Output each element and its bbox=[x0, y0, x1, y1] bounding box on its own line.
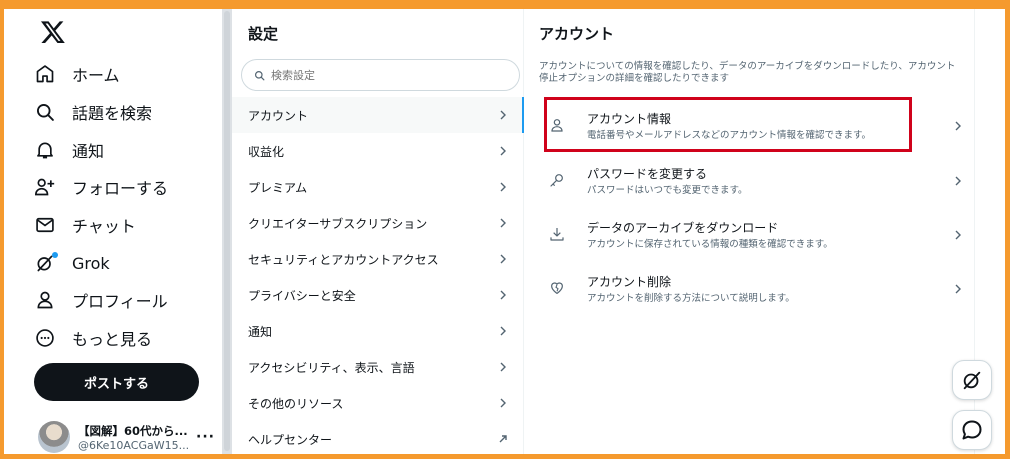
settings-item-security[interactable]: セキュリティとアカウントアクセス bbox=[232, 241, 524, 277]
settings-item-label: 通知 bbox=[248, 324, 273, 339]
nav-item-label: もっと見る bbox=[72, 330, 153, 349]
key-icon bbox=[550, 174, 563, 187]
more-icon bbox=[34, 327, 56, 349]
account-item-info[interactable]: アカウント情報 電話番号やメールアドレスなどのアカウント情報を確認できます。 bbox=[525, 99, 975, 153]
grok-icon bbox=[34, 252, 58, 274]
nav-item-label: Grok bbox=[72, 253, 110, 273]
chevron-right-icon bbox=[500, 182, 506, 192]
grok-floating-button[interactable] bbox=[952, 360, 992, 400]
settings-item-label: クリエイターサブスクリプション bbox=[248, 216, 428, 231]
settings-item-label: 収益化 bbox=[248, 144, 285, 159]
nav-item-home[interactable]: ホーム bbox=[34, 56, 120, 92]
notification-dot bbox=[52, 252, 58, 258]
nav-item-more[interactable]: もっと見る bbox=[34, 320, 152, 356]
nav-item-chat[interactable]: チャット bbox=[34, 207, 136, 243]
settings-item-accessibility[interactable]: アクセシビリティ、表示、言語 bbox=[232, 349, 524, 385]
account-item-subtitle: パスワードはいつでも変更できます。 bbox=[587, 185, 748, 196]
account-handle: @6Ke10ACGaW15... bbox=[78, 438, 188, 452]
nav-item-label: プロフィール bbox=[72, 292, 168, 311]
chevron-right-icon bbox=[955, 230, 961, 240]
chevron-right-icon bbox=[500, 110, 506, 120]
settings-item-creator-subscriptions[interactable]: クリエイターサブスクリプション bbox=[232, 205, 524, 241]
nav-item-explore[interactable]: 話題を検索 bbox=[34, 94, 152, 130]
nav-item-label: チャット bbox=[72, 217, 136, 236]
settings-item-resources[interactable]: その他のリソース bbox=[232, 385, 524, 421]
account-item-title: アカウント削除 bbox=[587, 275, 672, 289]
avatar bbox=[38, 421, 70, 453]
account-name: 【図解】60代から... bbox=[78, 423, 188, 438]
settings-item-label: セキュリティとアカウントアクセス bbox=[248, 252, 439, 267]
settings-item-label: ヘルプセンター bbox=[248, 432, 333, 447]
search-icon bbox=[255, 70, 265, 80]
chevron-right-icon bbox=[955, 284, 961, 294]
chat-bubble-icon bbox=[962, 420, 982, 440]
nav-item-label: フォローする bbox=[72, 179, 169, 198]
nav-item-label: ホーム bbox=[72, 66, 120, 85]
settings-item-label: プレミアム bbox=[248, 180, 308, 195]
settings-title: 設定 bbox=[248, 25, 279, 43]
chevron-right-icon bbox=[500, 362, 506, 372]
nav-item-grok[interactable]: Grok bbox=[34, 245, 110, 281]
x-logo-icon[interactable] bbox=[40, 19, 66, 45]
account-column: アカウント アカウントについての情報を確認したり、データのアーカイブをダウンロー… bbox=[525, 9, 975, 454]
account-item-subtitle: 電話番号やメールアドレスなどのアカウント情報を確認できます。 bbox=[587, 130, 872, 141]
settings-item-help-center[interactable]: ヘルプセンター bbox=[232, 421, 524, 454]
settings-item-label: プライバシーと安全 bbox=[248, 288, 356, 303]
settings-item-premium[interactable]: プレミアム bbox=[232, 169, 524, 205]
settings-item-label: アカウント bbox=[248, 108, 309, 123]
settings-column: 設定 アカウント 収益化 プレミアム クリエイターサブスクリプション セキュリテ… bbox=[232, 9, 524, 454]
account-item-password[interactable]: パスワードを変更する パスワードはいつでも変更できます。 bbox=[525, 154, 975, 208]
search-icon bbox=[34, 101, 56, 123]
chevron-right-icon bbox=[500, 218, 506, 228]
broken-heart-icon bbox=[551, 282, 563, 294]
settings-item-monetization[interactable]: 収益化 bbox=[232, 133, 524, 169]
download-icon bbox=[550, 228, 564, 241]
nav-item-label: 話題を検索 bbox=[72, 104, 153, 123]
account-item-title: パスワードを変更する bbox=[587, 167, 708, 181]
more-options-icon[interactable]: ··· bbox=[196, 429, 215, 445]
bell-icon bbox=[34, 139, 56, 161]
chat-floating-button[interactable] bbox=[952, 410, 992, 450]
search-input[interactable] bbox=[271, 68, 501, 82]
settings-item-notifications[interactable]: 通知 bbox=[232, 313, 524, 349]
grok-icon bbox=[963, 371, 981, 390]
nav-item-label: 通知 bbox=[72, 142, 105, 161]
settings-item-privacy[interactable]: プライバシーと安全 bbox=[232, 277, 524, 313]
settings-item-account[interactable]: アカウント bbox=[232, 97, 524, 133]
scrollbar-thumb[interactable] bbox=[224, 11, 230, 451]
chevron-right-icon bbox=[500, 326, 506, 336]
post-button[interactable]: ポストする bbox=[34, 363, 199, 401]
scrollbar[interactable] bbox=[222, 9, 232, 454]
settings-search[interactable] bbox=[241, 59, 520, 91]
settings-item-label: その他のリソース bbox=[248, 396, 344, 411]
chevron-right-icon bbox=[955, 176, 961, 186]
chevron-right-icon bbox=[500, 398, 506, 408]
profile-icon bbox=[34, 289, 56, 311]
chevron-right-icon bbox=[955, 121, 961, 131]
account-item-download-archive[interactable]: データのアーカイブをダウンロード アカウントに保存されている情報の種類を確認でき… bbox=[525, 208, 975, 262]
app-window: ホーム 話題を検索 通知 フォローする チャット Grok プロフィール もっと… bbox=[4, 9, 1005, 454]
account-switcher[interactable]: 【図解】60代から... @6Ke10ACGaW15... ··· bbox=[38, 417, 218, 454]
account-item-title: データのアーカイブをダウンロード bbox=[587, 221, 779, 235]
chevron-right-icon bbox=[500, 254, 506, 264]
account-title: アカウント bbox=[539, 25, 615, 43]
chevron-right-icon bbox=[500, 290, 506, 300]
account-item-deactivate[interactable]: アカウント削除 アカウントを削除する方法について説明します。 bbox=[525, 262, 975, 316]
left-navigation: ホーム 話題を検索 通知 フォローする チャット Grok プロフィール もっと… bbox=[4, 9, 222, 454]
account-item-subtitle: アカウントを削除する方法について説明します。 bbox=[587, 293, 795, 304]
mail-icon bbox=[34, 214, 56, 236]
nav-item-profile[interactable]: プロフィール bbox=[34, 282, 168, 318]
nav-item-follow[interactable]: フォローする bbox=[34, 169, 168, 205]
account-description: アカウントについての情報を確認したり、データのアーカイブをダウンロードしたり、ア… bbox=[539, 61, 956, 84]
account-item-title: アカウント情報 bbox=[587, 112, 672, 126]
home-icon bbox=[34, 63, 56, 85]
account-item-subtitle: アカウントに保存されている情報の種類を確認できます。 bbox=[587, 239, 833, 250]
external-link-icon bbox=[499, 435, 507, 443]
chevron-right-icon bbox=[500, 146, 506, 156]
user-icon bbox=[551, 119, 563, 132]
nav-item-notifications[interactable]: 通知 bbox=[34, 132, 104, 168]
settings-item-label: アクセシビリティ、表示、言語 bbox=[248, 360, 415, 375]
follow-icon bbox=[34, 176, 56, 198]
